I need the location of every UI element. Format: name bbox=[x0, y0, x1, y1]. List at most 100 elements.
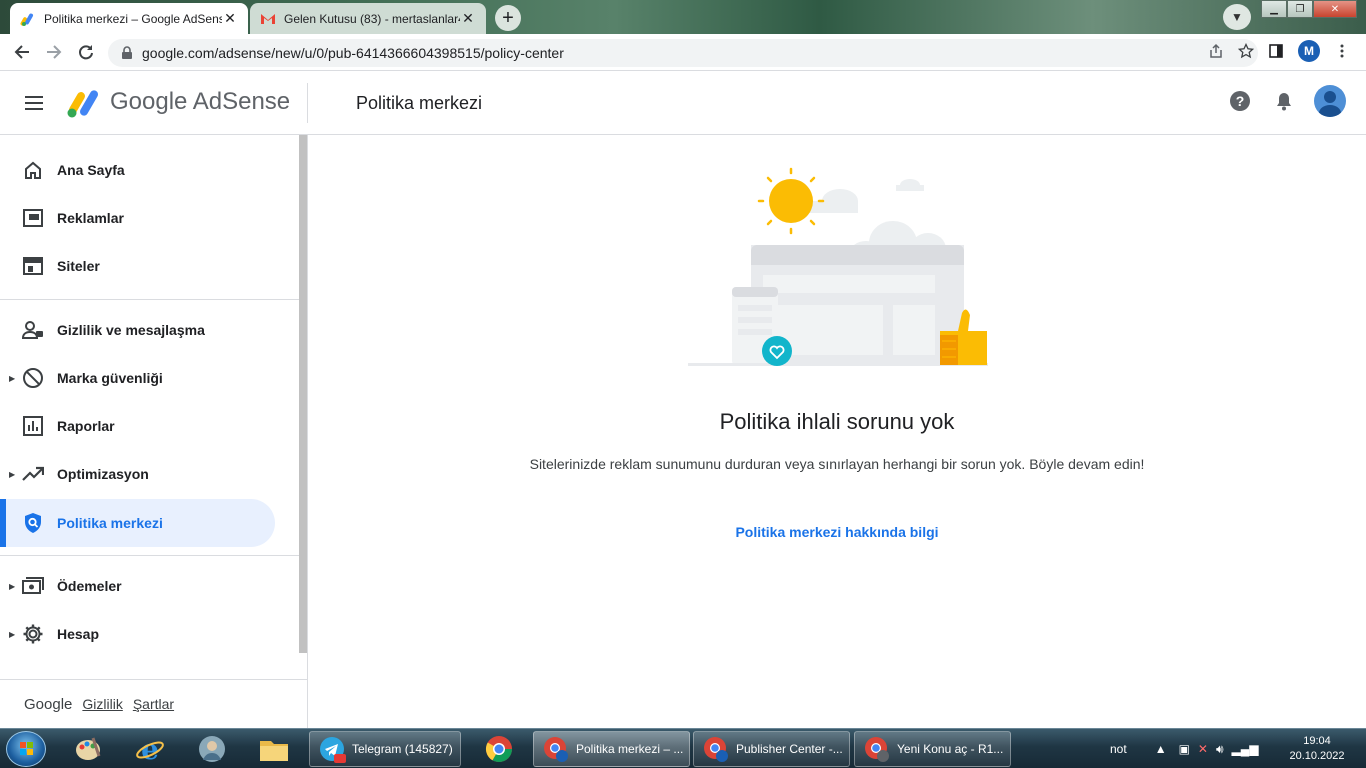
settings-gear-icon bbox=[22, 623, 44, 645]
sidebar-item-label: Reklamlar bbox=[57, 210, 124, 226]
sites-icon bbox=[22, 255, 44, 277]
taskbar-chrome-forum-button[interactable]: Yeni Konu aç - R1... bbox=[854, 731, 1011, 767]
expand-caret-icon[interactable]: ▶ bbox=[9, 470, 15, 479]
menu-hamburger-icon[interactable] bbox=[22, 91, 46, 115]
sidebar-item-label: Ana Sayfa bbox=[57, 162, 125, 178]
system-tray: not ▲ ▣ ✕ 🔊︎ ▂▄▆ bbox=[1110, 729, 1259, 768]
svg-text:e: e bbox=[141, 734, 159, 764]
tray-network-error-icon[interactable]: ✕ bbox=[1198, 742, 1208, 756]
clock-date: 20.10.2022 bbox=[1289, 750, 1345, 762]
tab-adsense-policy[interactable]: Politika merkezi – Google AdSense ✕ bbox=[10, 3, 248, 34]
sidebar-nav: Ana Sayfa Reklamlar Siteler Gizlilik ve … bbox=[0, 135, 308, 728]
chrome-pinned-icon[interactable] bbox=[474, 732, 524, 766]
lock-icon[interactable] bbox=[120, 46, 134, 60]
sidebar-item-sites[interactable]: Siteler bbox=[0, 242, 275, 290]
home-icon bbox=[22, 159, 44, 181]
terms-link[interactable]: Şartlar bbox=[133, 696, 174, 712]
clock-time: 19:04 bbox=[1303, 735, 1331, 747]
sidebar-item-policy-center[interactable]: Politika merkezi bbox=[0, 499, 275, 547]
taskbar-chrome-policy-button[interactable]: Politika merkezi – ... bbox=[533, 731, 690, 767]
trending-icon bbox=[22, 463, 44, 485]
svg-text:?: ? bbox=[1236, 93, 1245, 109]
privacy-link[interactable]: Gizlilik bbox=[82, 696, 122, 712]
sidebar-item-optimization[interactable]: ▶ Optimizasyon bbox=[0, 450, 275, 498]
close-window-button[interactable]: ✕ bbox=[1313, 0, 1357, 18]
tab-close-icon[interactable]: ✕ bbox=[222, 10, 238, 27]
sidebar-divider bbox=[0, 299, 299, 300]
back-arrow-icon[interactable] bbox=[10, 40, 34, 64]
sidebar-item-label: Marka güvenliği bbox=[57, 370, 163, 386]
sidebar-item-label: Raporlar bbox=[57, 418, 115, 434]
new-tab-button[interactable]: + bbox=[495, 5, 521, 31]
heart-badge-icon bbox=[762, 336, 792, 366]
taskbar-telegram-button[interactable]: Telegram (145827) bbox=[309, 731, 461, 767]
tray-device-icon[interactable]: ▣ bbox=[1179, 742, 1190, 756]
sidebar-item-ads[interactable]: Reklamlar bbox=[0, 194, 275, 242]
tab-gmail-inbox[interactable]: Gelen Kutusu (83) - mertaslanlar44 ✕ bbox=[250, 3, 486, 34]
side-panel-icon[interactable] bbox=[1268, 43, 1284, 59]
tab-search-chevron-icon[interactable]: ▼ bbox=[1223, 4, 1251, 30]
sidebar-item-label: Gizlilik ve mesajlaşma bbox=[57, 322, 205, 338]
sidebar-item-payments[interactable]: ▶ Ödemeler bbox=[0, 562, 275, 610]
policy-shield-icon bbox=[22, 512, 44, 534]
sidebar-item-home[interactable]: Ana Sayfa bbox=[0, 146, 275, 194]
adsense-logo-icon bbox=[67, 90, 98, 118]
browser-tab-strip: Politika merkezi – Google AdSense ✕ Gele… bbox=[0, 0, 1366, 34]
account-avatar[interactable] bbox=[1314, 85, 1346, 117]
sidebar-item-privacy-messaging[interactable]: Gizlilik ve mesajlaşma bbox=[0, 306, 275, 354]
taskbar-clock[interactable]: 19:04 20.10.2022 bbox=[1284, 734, 1350, 764]
sidebar-item-label: Hesap bbox=[57, 626, 100, 642]
reload-icon[interactable] bbox=[74, 40, 98, 64]
sidebar-item-label: Optimizasyon bbox=[57, 466, 149, 482]
tray-volume-icon[interactable]: 🔊︎ bbox=[1216, 742, 1224, 757]
chrome-profile-avatar[interactable]: M bbox=[1298, 40, 1320, 62]
sidebar-item-brand-safety[interactable]: ▶ Marka güvenliği bbox=[0, 354, 275, 402]
maximize-button[interactable]: ❐ bbox=[1287, 0, 1313, 18]
share-icon[interactable] bbox=[1208, 43, 1224, 59]
sidebar-item-label: Politika merkezi bbox=[57, 515, 163, 531]
expand-caret-icon[interactable]: ▶ bbox=[9, 630, 15, 639]
forward-arrow-icon[interactable] bbox=[42, 40, 66, 64]
sidebar-divider bbox=[0, 555, 299, 556]
sidebar-item-label: Siteler bbox=[57, 258, 100, 274]
bookmark-star-icon[interactable] bbox=[1238, 43, 1254, 59]
taskbar-button-label: Yeni Konu aç - R1... bbox=[897, 742, 1004, 756]
learn-more-link[interactable]: Politika merkezi hakkında bilgi bbox=[308, 524, 1366, 540]
empty-state-subtitle: Sitelerinizde reklam sunumunu durduran v… bbox=[529, 456, 1145, 472]
chrome-profile-icon bbox=[704, 737, 728, 762]
chrome-profile-icon bbox=[865, 737, 889, 762]
sidebar-item-account[interactable]: ▶ Hesap bbox=[0, 610, 275, 658]
help-icon[interactable]: ? bbox=[1226, 87, 1254, 115]
block-icon bbox=[22, 367, 44, 389]
start-button[interactable] bbox=[6, 731, 46, 767]
tab-close-icon[interactable]: ✕ bbox=[460, 10, 476, 27]
notifications-bell-icon[interactable] bbox=[1270, 87, 1298, 115]
taskbar-chrome-publisher-button[interactable]: Publisher Center -... bbox=[693, 731, 850, 767]
tray-toolbar-label[interactable]: not bbox=[1110, 742, 1127, 756]
tray-signal-icon[interactable]: ▂▄▆ bbox=[1232, 742, 1259, 756]
windows-taskbar: e Telegram (145827) Politika merkezi – .… bbox=[0, 728, 1366, 768]
gmail-favicon-icon bbox=[261, 13, 275, 24]
expand-caret-icon[interactable]: ▶ bbox=[9, 374, 15, 383]
adsense-favicon-icon bbox=[20, 13, 33, 26]
address-bar[interactable]: google.com/adsense/new/u/0/pub-641436660… bbox=[108, 39, 1258, 67]
file-explorer-icon[interactable] bbox=[249, 732, 299, 766]
tray-expand-chevron-icon[interactable]: ▲ bbox=[1155, 742, 1167, 756]
taskbar-button-label: Publisher Center -... bbox=[736, 742, 843, 756]
tab-title: Gelen Kutusu (83) - mertaslanlar44 bbox=[284, 11, 460, 26]
policy-center-main: Politika ihlali sorunu yok Sitelerinizde… bbox=[308, 135, 1366, 728]
window-controls: ▁ ❐ ✕ bbox=[1261, 0, 1357, 18]
user-accounts-icon[interactable] bbox=[187, 732, 237, 766]
adsense-header: Google AdSense Politika merkezi ? bbox=[0, 71, 1366, 135]
expand-caret-icon[interactable]: ▶ bbox=[9, 582, 15, 591]
header-divider bbox=[307, 83, 308, 123]
sidebar-item-label: Ödemeler bbox=[57, 578, 122, 594]
paint-app-icon[interactable] bbox=[63, 732, 113, 766]
privacy-messaging-icon bbox=[22, 319, 44, 341]
sidebar-scrollbar[interactable] bbox=[299, 135, 307, 653]
chrome-menu-icon[interactable] bbox=[1334, 43, 1350, 59]
taskbar-button-label: Politika merkezi – ... bbox=[576, 742, 684, 756]
minimize-button[interactable]: ▁ bbox=[1261, 0, 1287, 18]
internet-explorer-icon[interactable]: e bbox=[125, 732, 175, 766]
sidebar-item-reports[interactable]: Raporlar bbox=[0, 402, 275, 450]
